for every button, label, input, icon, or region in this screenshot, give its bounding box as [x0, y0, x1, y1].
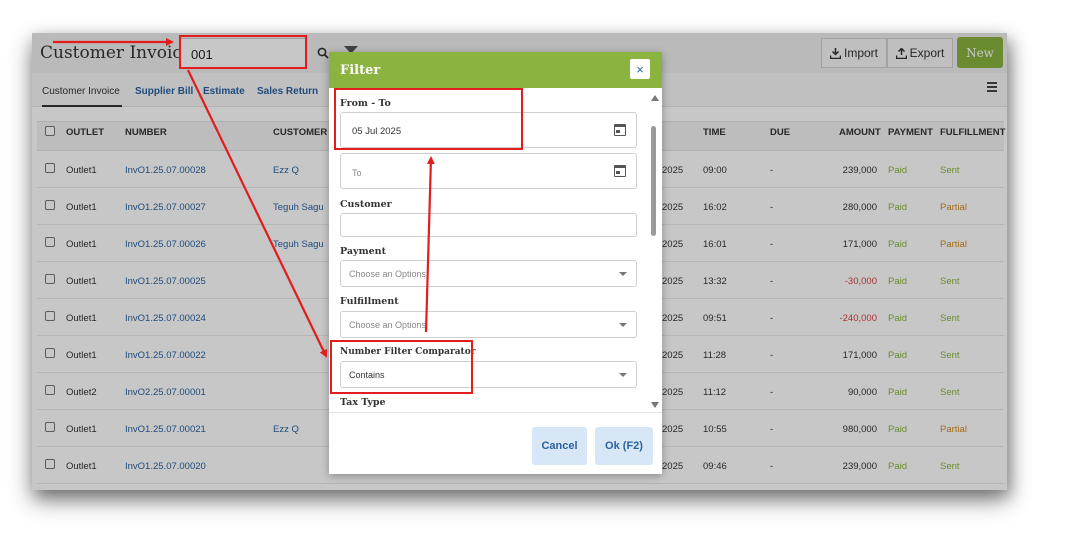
arrow-comparator-to-from-to	[424, 156, 435, 333]
annotation-arrows	[53, 38, 435, 358]
arrow-search-to-comparator	[187, 69, 327, 358]
